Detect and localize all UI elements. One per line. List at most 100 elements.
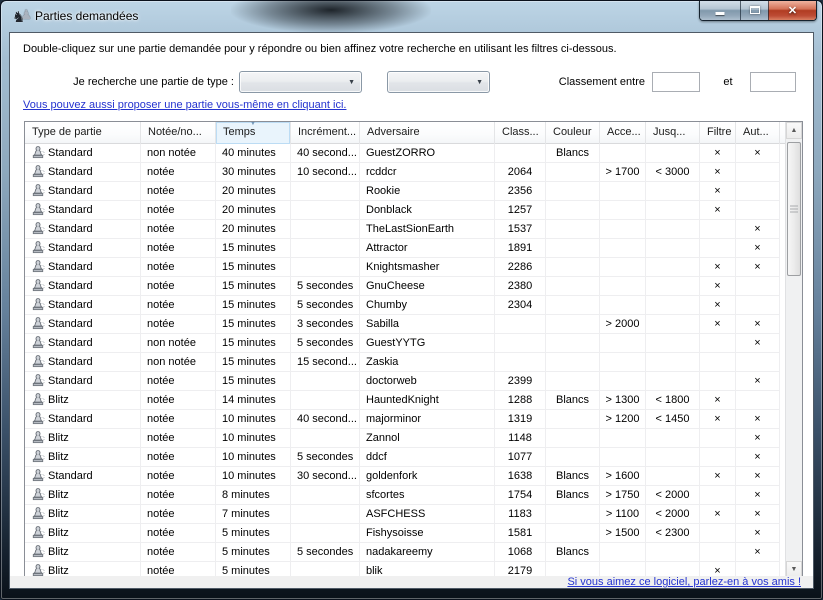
cell: × xyxy=(736,467,780,486)
share-link[interactable]: Si vous aimez ce logiciel, parlez-en à v… xyxy=(567,576,801,588)
cell: × xyxy=(736,505,780,524)
game-row[interactable]: Blitznotée10 minutes5 secondesddcf1077× xyxy=(25,448,785,467)
game-type: Standard xyxy=(48,147,93,159)
cell xyxy=(646,315,700,334)
cell: × xyxy=(700,467,736,486)
pawn-icon xyxy=(31,259,45,277)
cell: Standard xyxy=(25,372,141,391)
game-type-select[interactable]: ▼ xyxy=(239,71,362,93)
game-type: Standard xyxy=(48,261,93,273)
game-row[interactable]: Standardnotée20 minutesTheLastSionEarth1… xyxy=(25,220,785,239)
game-row[interactable]: Blitznotée7 minutesASFCHESS1183> 1100< 2… xyxy=(25,505,785,524)
pawn-icon xyxy=(31,183,45,201)
cell xyxy=(546,220,600,239)
cell: nadakareemy xyxy=(360,543,495,562)
cell xyxy=(291,486,360,505)
column-header-9[interactable]: Jusq... xyxy=(646,122,700,144)
scroll-up-button[interactable]: ▲ xyxy=(786,122,802,139)
cell: Blitz xyxy=(25,448,141,467)
column-header-6[interactable]: Class... xyxy=(495,122,546,144)
maximize-button[interactable] xyxy=(740,1,768,20)
cell: Attractor xyxy=(360,239,495,258)
game-row[interactable]: Standardnotée10 minutes30 second...golde… xyxy=(25,467,785,486)
cell: × xyxy=(736,239,780,258)
cell: Blitz xyxy=(25,505,141,524)
game-row[interactable]: Standardnon notée15 minutes15 second...Z… xyxy=(25,353,785,372)
game-type: Blitz xyxy=(48,432,69,444)
scroll-up-icon: ▲ xyxy=(791,127,798,134)
column-header-11[interactable]: Aut... xyxy=(736,122,780,144)
cell: notée xyxy=(141,315,216,334)
game-row[interactable]: Standardnon notée40 minutes40 second...G… xyxy=(25,144,785,163)
game-row[interactable]: Standardnotée15 minutes3 secondesSabilla… xyxy=(25,315,785,334)
column-header-10[interactable]: Filtre xyxy=(700,122,736,144)
and-label: et xyxy=(708,71,748,93)
rating-between-label: Classement entre xyxy=(490,71,645,93)
column-header-3[interactable]: Temps▼ xyxy=(216,122,291,144)
game-row[interactable]: Standardnotée20 minutesDonblack1257× xyxy=(25,201,785,220)
cell: 15 minutes xyxy=(216,353,291,372)
table-header: Type de partieNotée/no...Temps▼Incrément… xyxy=(25,122,785,144)
category-select[interactable]: ▼ xyxy=(387,71,490,93)
titlebar[interactable]: ♟ ♞ Parties demandées ✕ xyxy=(1,1,822,32)
game-type: Blitz xyxy=(48,394,69,406)
column-header-5[interactable]: Adversaire xyxy=(360,122,495,144)
propose-game-link[interactable]: Vous pouvez aussi proposer une partie vo… xyxy=(23,99,346,111)
game-type: Standard xyxy=(48,242,93,254)
cell: Zannol xyxy=(360,429,495,448)
rating-max-input[interactable] xyxy=(750,72,796,92)
game-row[interactable]: Standardnotée30 minutes10 second...rcddc… xyxy=(25,163,785,182)
cell xyxy=(546,353,600,372)
cell: 1319 xyxy=(495,410,546,429)
game-row[interactable]: Blitznotée8 minutessfcortes1754Blancs> 1… xyxy=(25,486,785,505)
column-header-4[interactable]: Incrément... xyxy=(291,122,360,144)
game-row[interactable]: Standardnotée15 minutesAttractor1891× xyxy=(25,239,785,258)
cell: notée xyxy=(141,543,216,562)
minimize-button[interactable] xyxy=(700,1,740,20)
cell: × xyxy=(700,410,736,429)
cell xyxy=(600,353,646,372)
game-type: Standard xyxy=(48,204,93,216)
game-row[interactable]: Standardnotée10 minutes40 second...major… xyxy=(25,410,785,429)
cell: × xyxy=(700,277,736,296)
game-row[interactable]: Standardnotée15 minutes5 secondesChumby2… xyxy=(25,296,785,315)
scrollbar-thumb[interactable] xyxy=(787,142,801,276)
cell xyxy=(646,144,700,163)
cell xyxy=(646,543,700,562)
cell: × xyxy=(736,448,780,467)
cell xyxy=(646,334,700,353)
column-header-1[interactable]: Type de partie xyxy=(25,122,141,144)
column-header-2[interactable]: Notée/no... xyxy=(141,122,216,144)
game-row[interactable]: Standardnotée15 minutes5 secondesGnuChee… xyxy=(25,277,785,296)
close-button[interactable]: ✕ xyxy=(768,1,816,20)
game-row[interactable]: Standardnotée15 minutesKnightsmasher2286… xyxy=(25,258,785,277)
game-row[interactable]: Blitznotée10 minutesZannol1148× xyxy=(25,429,785,448)
game-row[interactable]: Standardnotée20 minutesRookie2356× xyxy=(25,182,785,201)
cell: 40 minutes xyxy=(216,144,291,163)
cell xyxy=(495,334,546,353)
cell: Blancs xyxy=(546,391,600,410)
game-row[interactable]: Standardnon notée15 minutes5 secondesGue… xyxy=(25,334,785,353)
column-header-label: Acce... xyxy=(607,126,641,138)
cell: Blancs xyxy=(546,467,600,486)
seek-list-table: Type de partieNotée/no...Temps▼Incrément… xyxy=(24,121,803,579)
cell xyxy=(646,448,700,467)
cell xyxy=(600,277,646,296)
game-row[interactable]: Standardnotée15 minutesdoctorweb2399× xyxy=(25,372,785,391)
cell: < 1800 xyxy=(646,391,700,410)
game-row[interactable]: Blitznotée5 minutesFishysoisse1581> 1500… xyxy=(25,524,785,543)
cell: notée xyxy=(141,296,216,315)
column-header-7[interactable]: Couleur xyxy=(546,122,600,144)
cell xyxy=(700,429,736,448)
cell: 1537 xyxy=(495,220,546,239)
cell: notée xyxy=(141,239,216,258)
column-header-8[interactable]: Acce... xyxy=(600,122,646,144)
rating-min-input[interactable] xyxy=(652,72,700,92)
vertical-scrollbar[interactable]: ▲ ▼ xyxy=(785,122,802,578)
game-type: Blitz xyxy=(48,546,69,558)
cell: non notée xyxy=(141,353,216,372)
game-row[interactable]: Blitznotée14 minutesHauntedKnight1288Bla… xyxy=(25,391,785,410)
cell: × xyxy=(736,429,780,448)
cell: notée xyxy=(141,182,216,201)
game-row[interactable]: Blitznotée5 minutes5 secondesnadakareemy… xyxy=(25,543,785,562)
